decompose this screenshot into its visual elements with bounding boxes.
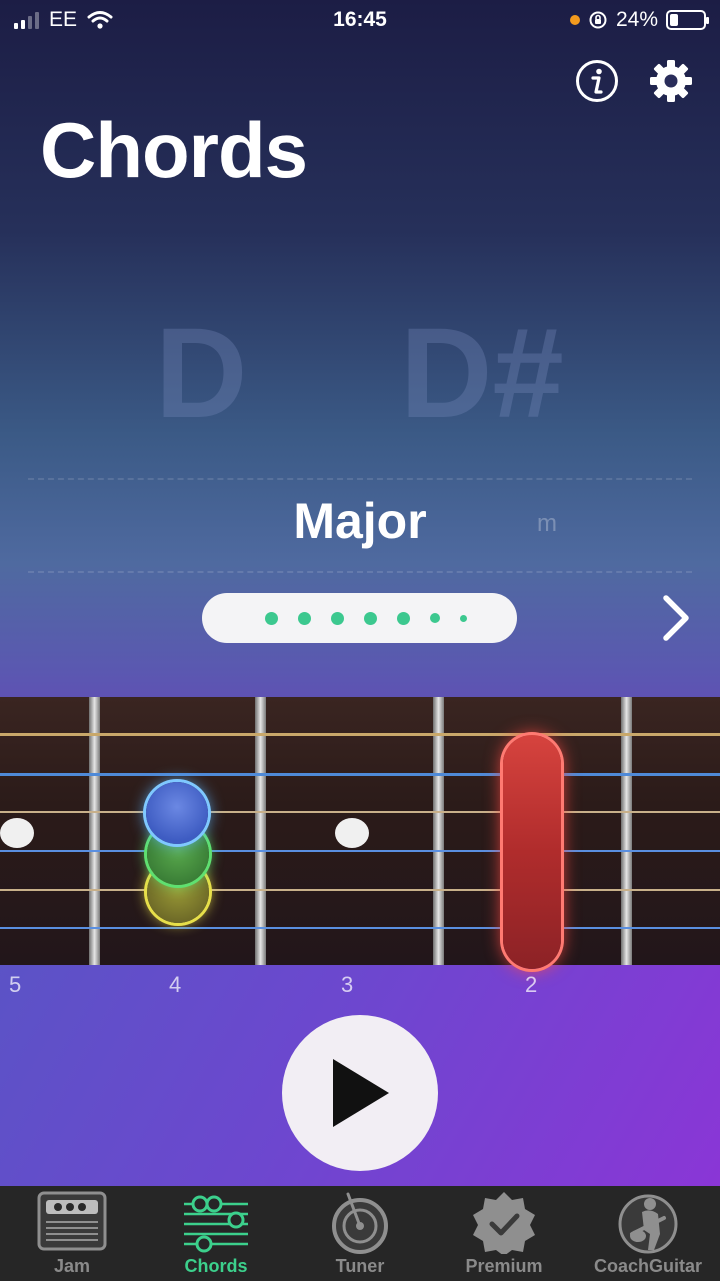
fret-number: 3 <box>341 972 354 997</box>
tab-label: Chords <box>184 1256 248 1276</box>
tab-coachguitar[interactable]: CoachGuitar <box>576 1186 720 1281</box>
info-button[interactable] <box>574 58 620 104</box>
pager-dot <box>429 613 440 623</box>
fret-wire <box>621 697 632 965</box>
fret-inlay <box>0 818 34 848</box>
root-note-d[interactable]: D <box>155 300 247 447</box>
pager-dot <box>363 611 377 625</box>
fretboard[interactable] <box>0 697 720 969</box>
next-chord-button[interactable] <box>652 590 698 646</box>
page-title: Chords <box>40 106 308 194</box>
string-2 <box>0 889 720 891</box>
voicing-pager[interactable] <box>202 593 517 643</box>
fret-number: 5 <box>9 972 22 997</box>
root-note-d-sharp[interactable]: D# <box>400 300 564 447</box>
battery-fill <box>670 14 678 26</box>
tab-chords[interactable]: Chords <box>144 1186 288 1281</box>
pager-dot <box>330 611 344 625</box>
pager-dot <box>297 611 311 625</box>
tab-label: Jam <box>53 1256 91 1276</box>
rotation-lock-icon <box>589 11 607 29</box>
tab-label: Tuner <box>335 1256 385 1276</box>
chevron-right-icon <box>663 595 689 641</box>
coach-guitar-icon <box>618 1194 678 1254</box>
tab-bar: Jam Chords Tuner Premium CoachGuitar <box>0 1186 720 1281</box>
battery-percent: 24% <box>615 8 658 31</box>
header-actions <box>574 58 694 104</box>
tab-jam[interactable]: Jam <box>0 1186 144 1281</box>
string-4 <box>0 811 720 813</box>
fret-number: 4 <box>169 972 182 997</box>
tab-tuner[interactable]: Tuner <box>288 1186 432 1281</box>
chords-screen: EE 16:45 24% Chords D D# Major m 5 4 3 2… <box>0 0 720 1281</box>
fret-wire <box>89 697 100 965</box>
string-5 <box>0 773 720 776</box>
tab-label: Premium <box>465 1256 543 1276</box>
fret-inlay <box>335 818 369 848</box>
premium-badge-icon <box>473 1192 535 1254</box>
play-icon <box>333 1059 389 1127</box>
info-icon <box>576 60 618 102</box>
status-bar: EE 16:45 24% <box>0 0 720 40</box>
tab-label: CoachGuitar <box>593 1256 703 1276</box>
chord-quality-minor[interactable]: m <box>537 510 557 538</box>
play-button[interactable] <box>282 1015 438 1171</box>
gear-icon <box>650 60 692 102</box>
finger-marker-blue <box>146 782 208 844</box>
status-right: 24% <box>569 8 709 32</box>
settings-button[interactable] <box>648 58 694 104</box>
chord-quality-selected[interactable]: Major <box>0 492 720 550</box>
tuner-icon <box>332 1192 388 1254</box>
fret-wire <box>255 697 266 965</box>
privacy-indicator <box>569 15 580 25</box>
divider-bottom <box>28 571 692 573</box>
string-1 <box>0 927 720 929</box>
barre-marker <box>503 735 561 969</box>
chords-icon <box>184 1195 248 1253</box>
battery-icon <box>666 10 709 30</box>
fret-number: 2 <box>525 972 538 997</box>
tab-premium[interactable]: Premium <box>432 1186 576 1281</box>
fret-wire <box>433 697 444 965</box>
pager-dot <box>459 614 467 622</box>
divider-top <box>28 478 692 480</box>
string-6 <box>0 733 720 736</box>
pager-dot <box>264 611 278 625</box>
amp-icon <box>37 1191 107 1251</box>
string-3 <box>0 850 720 852</box>
pager-dot <box>396 611 410 625</box>
